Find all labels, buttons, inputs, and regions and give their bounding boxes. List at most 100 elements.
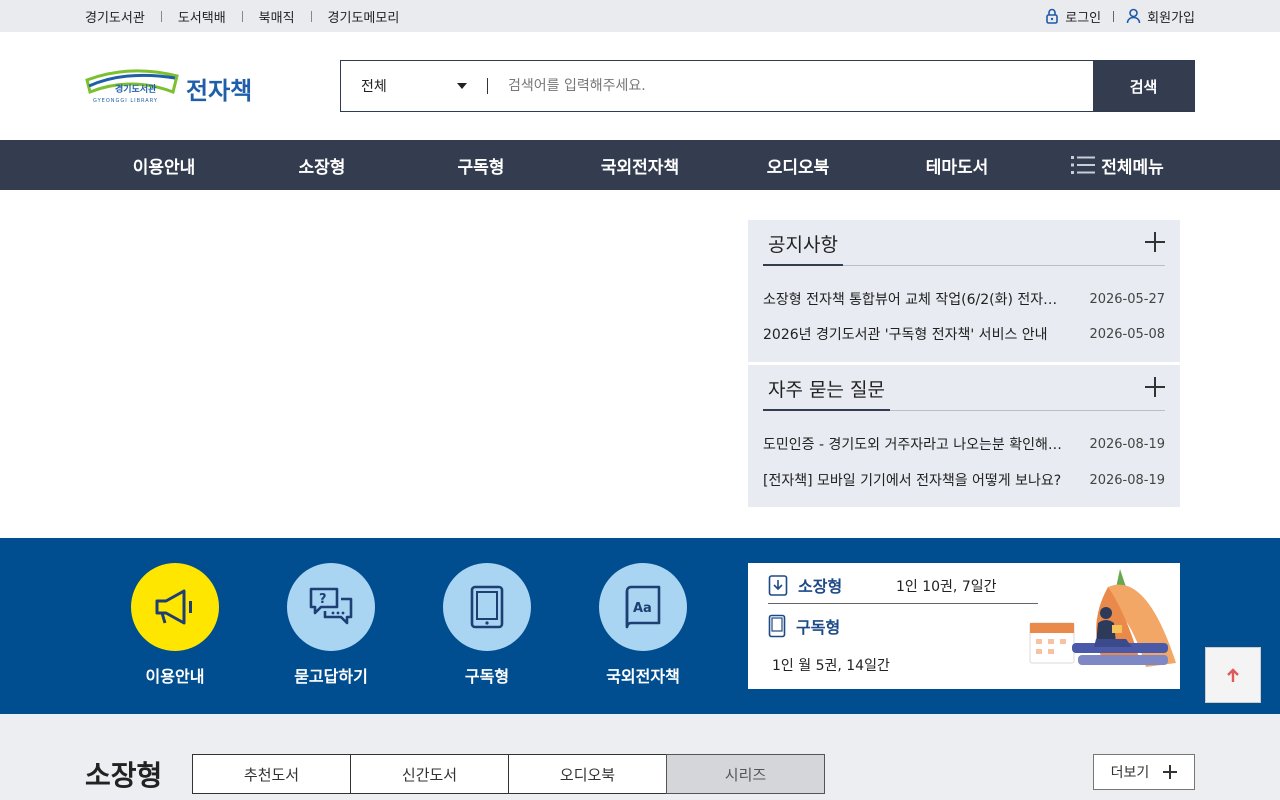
top-link-memory[interactable]: 경기도메모리 xyxy=(328,7,400,26)
scroll-to-top-button[interactable] xyxy=(1205,647,1261,703)
top-link-book-delivery[interactable]: 도서택배 xyxy=(178,7,226,26)
main-nav: 이용안내 소장형 구독형 국외전자책 오디오북 테마도서 전체메뉴 xyxy=(0,140,1280,190)
plus-icon[interactable] xyxy=(1145,377,1165,397)
separator xyxy=(241,10,243,22)
user-links: 로그인 회원가입 xyxy=(1045,0,1195,32)
search-bar: 전체 검색 xyxy=(340,60,1195,112)
login-link[interactable]: 로그인 xyxy=(1045,7,1101,26)
quick-link-circle: Aa xyxy=(599,563,687,651)
plus-icon xyxy=(1163,765,1178,779)
library-logo-icon: 경기도서관 GYEONGGI LIBRARY xyxy=(85,69,179,104)
faq-row-title: 도민인증 - 경기도외 거주자라고 나오는분 확인해주세요 xyxy=(763,437,1068,453)
svg-text:경기도서관: 경기도서관 xyxy=(115,83,157,95)
section-tabs: 추천도서 신간도서 오디오북 시리즈 xyxy=(192,754,825,794)
arrow-up-icon xyxy=(1227,668,1239,682)
quick-link-guide[interactable]: 이용안내 xyxy=(105,563,245,693)
notice-row-date: 2026-05-27 xyxy=(1089,291,1165,307)
faq-header: 자주 묻는 질문 xyxy=(763,365,1165,411)
faq-title: 자주 묻는 질문 xyxy=(763,375,890,411)
quick-link-label: 구독형 xyxy=(464,667,510,686)
language-book-icon: Aa xyxy=(625,585,661,629)
signup-label: 회원가입 xyxy=(1147,10,1195,26)
login-label: 로그인 xyxy=(1065,10,1102,26)
faq-row-date: 2026-08-19 xyxy=(1089,472,1165,488)
reading-illustration xyxy=(1029,569,1176,667)
faq-row-date: 2026-08-19 xyxy=(1089,436,1165,452)
all-menu-label: 전체메뉴 xyxy=(1101,157,1164,178)
faq-row[interactable]: 도민인증 - 경기도외 거주자라고 나오는분 확인해주세요 2026-08-19 xyxy=(763,432,1165,456)
header: 경기도서관 GYEONGGI LIBRARY 전자책 전체 검색 xyxy=(0,32,1280,140)
user-icon xyxy=(1126,8,1141,24)
tablet-icon xyxy=(470,585,504,629)
nav-item-foreign-ebook[interactable]: 국외전자책 xyxy=(561,140,719,190)
search-input[interactable] xyxy=(488,61,1093,111)
notice-title: 공지사항 xyxy=(763,230,843,266)
nav-item-guide[interactable]: 이용안내 xyxy=(85,140,243,190)
menu-list-icon xyxy=(1071,156,1096,174)
subscription-value: 1인 월 5권, 14일간 xyxy=(772,658,890,674)
separator xyxy=(310,10,312,22)
loan-info-box: 소장형 1인 10권, 7일간 구독형 1인 월 5권, 14일간 xyxy=(748,563,1180,689)
svg-text:Aa: Aa xyxy=(633,601,652,616)
owned-value: 1인 10권, 7일간 xyxy=(896,579,997,595)
svg-text:GYEONGGI LIBRARY: GYEONGGI LIBRARY xyxy=(93,98,158,104)
owned-info: 소장형 xyxy=(768,573,842,597)
quick-link-label: 이용안내 xyxy=(145,667,205,686)
section-title: 소장형 xyxy=(85,759,163,792)
quick-link-circle xyxy=(131,563,219,651)
megaphone-icon xyxy=(155,589,192,625)
top-link-bookmagic[interactable]: 북매직 xyxy=(259,7,295,26)
search-scope-value: 전체 xyxy=(361,79,387,95)
quick-link-label: 묻고답하기 xyxy=(294,667,368,686)
more-button[interactable]: 더보기 xyxy=(1093,754,1195,790)
nav-item-audiobook[interactable]: 오디오북 xyxy=(719,140,877,190)
tab-audiobook[interactable]: 오디오북 xyxy=(508,754,667,794)
quick-link-foreign-ebook[interactable]: Aa 국외전자책 xyxy=(573,563,713,693)
search-button[interactable]: 검색 xyxy=(1093,61,1194,111)
utility-bar: 경기도서관 도서택배 북매직 경기도메모리 로그인 회원가입 xyxy=(0,0,1280,32)
quick-link-circle xyxy=(443,563,531,651)
nav-item-theme-books[interactable]: 테마도서 xyxy=(877,140,1037,190)
signup-link[interactable]: 회원가입 xyxy=(1126,7,1195,26)
quick-link-subscription[interactable]: 구독형 xyxy=(417,563,557,693)
owned-books-section: 소장형 추천도서 신간도서 오디오북 시리즈 더보기 xyxy=(0,714,1280,800)
quick-link-qna[interactable]: ? 묻고답하기 xyxy=(261,563,401,693)
quick-menu-band: 이용안내 ? 묻고답하기 구독형 Aa 국외전자책 소장형 1인 10권, 7일… xyxy=(0,538,1280,714)
notice-row[interactable]: 소장형 전자책 통합뷰어 교체 작업(6/2(화) 전자책 서비스 중단 안내 … xyxy=(763,287,1165,311)
site-logo[interactable]: 경기도서관 GYEONGGI LIBRARY 전자책 xyxy=(85,66,260,110)
family-site-links: 경기도서관 도서택배 북매직 경기도메모리 xyxy=(85,0,399,32)
download-icon xyxy=(768,575,788,596)
notice-row-date: 2026-05-08 xyxy=(1089,326,1165,342)
nav-item-subscription[interactable]: 구독형 xyxy=(401,140,561,190)
notice-row[interactable]: 2026년 경기도서관 '구독형 전자책' 서비스 안내 2026-05-08 xyxy=(763,322,1165,346)
nav-item-owned[interactable]: 소장형 xyxy=(243,140,401,190)
subscription-label: 구독형 xyxy=(796,618,841,637)
quick-link-circle: ? xyxy=(287,563,375,651)
svg-text:?: ? xyxy=(319,592,327,607)
plus-icon[interactable] xyxy=(1145,232,1165,252)
tab-new-books[interactable]: 신간도서 xyxy=(350,754,509,794)
tab-series[interactable]: 시리즈 xyxy=(666,754,825,794)
nav-all-menu[interactable]: 전체메뉴 xyxy=(1060,140,1175,190)
logo-title: 전자책 xyxy=(186,77,253,105)
faq-board: 자주 묻는 질문 도민인증 - 경기도외 거주자라고 나오는분 확인해주세요 2… xyxy=(748,365,1180,507)
chat-question-icon: ? xyxy=(309,587,353,625)
faq-row[interactable]: [전자책] 모바일 기기에서 전자책을 어떻게 보나요? 2026-08-19 xyxy=(763,468,1165,492)
subscription-info: 구독형 xyxy=(768,614,840,638)
owned-label: 소장형 xyxy=(798,577,843,596)
tablet-icon xyxy=(768,614,786,638)
lock-icon xyxy=(1046,8,1059,24)
separator xyxy=(160,10,162,22)
notice-header: 공지사항 xyxy=(763,220,1165,266)
quick-link-label: 국외전자책 xyxy=(606,667,680,686)
caret-down-icon xyxy=(457,83,467,89)
faq-row-title: [전자책] 모바일 기기에서 전자책을 어떻게 보나요? xyxy=(763,473,1062,489)
tab-recommended[interactable]: 추천도서 xyxy=(192,754,351,794)
divider xyxy=(768,603,1038,604)
more-label: 더보기 xyxy=(1110,765,1150,781)
separator xyxy=(1113,10,1115,22)
top-link-library[interactable]: 경기도서관 xyxy=(85,7,145,26)
search-scope-select[interactable]: 전체 xyxy=(341,61,487,111)
notice-board: 공지사항 소장형 전자책 통합뷰어 교체 작업(6/2(화) 전자책 서비스 중… xyxy=(748,220,1180,362)
notice-row-title: 소장형 전자책 통합뷰어 교체 작업(6/2(화) 전자책 서비스 중단 안내 xyxy=(763,292,1068,308)
